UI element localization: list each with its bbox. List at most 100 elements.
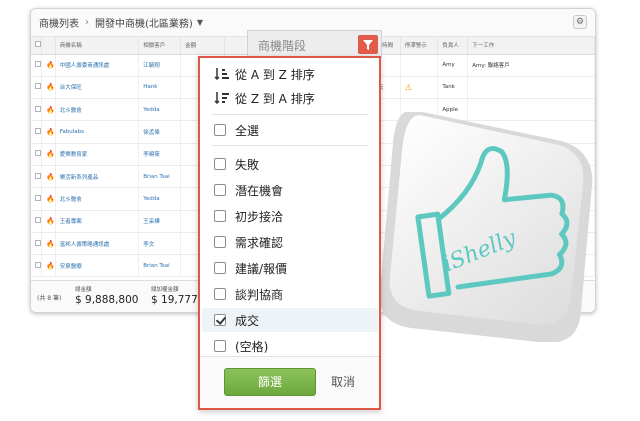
select-all-option[interactable]: 全選 [214,118,370,142]
stage-option[interactable]: 談判協商 [214,282,370,306]
stage-option[interactable]: 初步接洽 [214,204,370,228]
stage-option[interactable]: 需求確認 [214,230,370,254]
customer-link[interactable]: Yedda [138,187,182,211]
sort-descending-option[interactable]: 從 Z 到 A 排序 [214,88,315,108]
column-header[interactable]: 下一工作 [467,37,595,55]
row-checkbox-cell[interactable] [31,232,42,256]
customer-link[interactable]: Yedda [138,98,182,122]
flame-icon[interactable]: 🔥 [46,150,54,158]
stage-option[interactable]: 建議/報價 [214,256,370,280]
sort-desc-icon [214,92,229,105]
opportunity-name-link[interactable]: 王者專案 [55,210,140,233]
stage-option-label: 潛在機會 [235,183,284,198]
flame-icon[interactable]: 🔥 [46,217,54,225]
flame-icon[interactable]: 🔥 [46,83,54,91]
opportunity-name-link[interactable]: 愛樂教育家 [55,143,140,166]
row-checkbox-cell[interactable] [31,54,42,77]
opportunity-name-link[interactable]: 台大保旺 [55,76,140,100]
sort-desc-label: 從 Z 到 A 排序 [235,91,315,106]
priority-cell: 🔥 [41,76,56,100]
customer-link[interactable]: 王采樺 [138,210,182,233]
stage-option-checkbox[interactable] [214,236,226,248]
customer-link[interactable]: 徐孟偉 [138,120,182,144]
priority-cell: 🔥 [41,120,56,144]
total-amount-value: $ 9,888,800 [75,294,139,306]
row-checkbox-cell[interactable] [31,143,42,166]
column-header[interactable] [41,37,56,55]
opportunity-name-link[interactable]: 北斗醫會 [55,98,140,122]
customer-link[interactable]: Brian Tsai [138,165,182,189]
column-header[interactable]: 相關客戶 [138,37,182,55]
row-checkbox[interactable] [35,194,41,201]
flame-icon[interactable]: 🔥 [46,240,54,248]
apply-filter-button[interactable]: 篩選 [224,368,316,396]
row-checkbox[interactable] [35,261,41,268]
opportunity-name-link[interactable]: 中國人壽委商通訊處 [55,54,140,77]
view-dropdown-caret-icon[interactable]: ▼ [197,18,203,27]
row-checkbox[interactable] [35,83,41,90]
row-checkbox-cell[interactable] [31,98,42,122]
row-checkbox[interactable] [35,61,41,68]
stage-option-checkbox[interactable] [214,288,226,300]
breadcrumb-separator: › [85,17,89,28]
stage-option[interactable]: 潛在機會 [214,178,370,202]
customer-link[interactable]: 李文 [138,232,182,256]
opportunity-name-link[interactable]: 安泉醫療 [55,254,140,278]
row-checkbox-cell[interactable] [31,254,42,278]
opportunity-name-link[interactable]: Fabulabs [55,120,140,144]
row-checkbox[interactable] [35,150,41,157]
opportunity-name-link[interactable]: 樂活新系列產品 [55,165,140,189]
row-checkbox[interactable] [35,128,41,135]
breadcrumb-root[interactable]: 商機列表 [39,15,79,30]
priority-cell: 🔥 [41,165,56,189]
row-checkbox[interactable] [35,217,41,224]
row-checkbox-cell[interactable] [31,187,42,211]
stage-option-checkbox[interactable] [214,314,226,326]
row-checkbox-cell[interactable] [31,165,42,189]
column-header[interactable]: 金額 [180,37,225,55]
stage-option-label: 建議/報價 [235,261,288,276]
total-amount-label: 總金額 [75,287,92,293]
select-all-checkbox[interactable] [214,124,226,136]
customer-link[interactable]: Hank [138,76,182,100]
opportunity-name-link[interactable]: 富邦人壽策略通訊處 [55,232,140,256]
customer-link[interactable]: Brian Tsai [138,254,182,278]
flame-icon[interactable]: 🔥 [46,195,54,203]
stage-option-checkbox[interactable] [214,184,226,196]
next-task-cell[interactable]: Amy: 聯絡客戶 [467,54,595,77]
stage-option-checkbox[interactable] [214,210,226,222]
customer-link[interactable]: 江毓翔 [138,54,182,77]
stage-option-checkbox[interactable] [214,158,226,170]
breadcrumb-current-view[interactable]: 開發中商機(北區業務) [95,15,193,30]
sort-ascending-option[interactable]: 從 A 到 Z 排序 [214,64,315,84]
row-checkbox[interactable] [35,105,41,112]
next-task-cell[interactable] [467,76,595,100]
flame-icon[interactable]: 🔥 [46,173,54,181]
header-select-checkbox[interactable] [31,37,42,55]
row-checkbox-cell[interactable] [31,76,42,100]
stage-column-header[interactable]: 商機階段 [247,30,382,58]
cancel-button[interactable]: 取消 [331,368,355,396]
flame-icon[interactable]: 🔥 [46,106,54,114]
settings-gear-icon[interactable]: ⚙ [573,15,587,29]
flame-icon[interactable]: 🔥 [46,61,54,69]
filter-toggle-button[interactable] [358,35,378,54]
priority-cell: 🔥 [41,143,56,166]
customer-link[interactable]: 李曉筱 [138,143,182,166]
row-checkbox-cell[interactable] [31,210,42,233]
column-header[interactable]: 商機名稱 [55,37,140,55]
select-all-rows-checkbox[interactable] [35,41,41,48]
row-checkbox[interactable] [35,239,41,246]
column-header[interactable]: 停滯警示 [400,37,439,55]
opportunity-name-link[interactable]: 北斗醫會 [55,187,140,211]
stage-option[interactable]: 成交 [202,308,378,332]
stage-option[interactable]: 失敗 [214,152,370,176]
stage-option[interactable]: (空格) [214,334,370,358]
flame-icon[interactable]: 🔥 [46,262,54,270]
row-checkbox[interactable] [35,172,41,179]
stage-option-checkbox[interactable] [214,340,226,352]
column-header[interactable]: 負責人 [437,37,469,55]
flame-icon[interactable]: 🔥 [46,128,54,136]
row-checkbox-cell[interactable] [31,120,42,144]
stage-option-checkbox[interactable] [214,262,226,274]
